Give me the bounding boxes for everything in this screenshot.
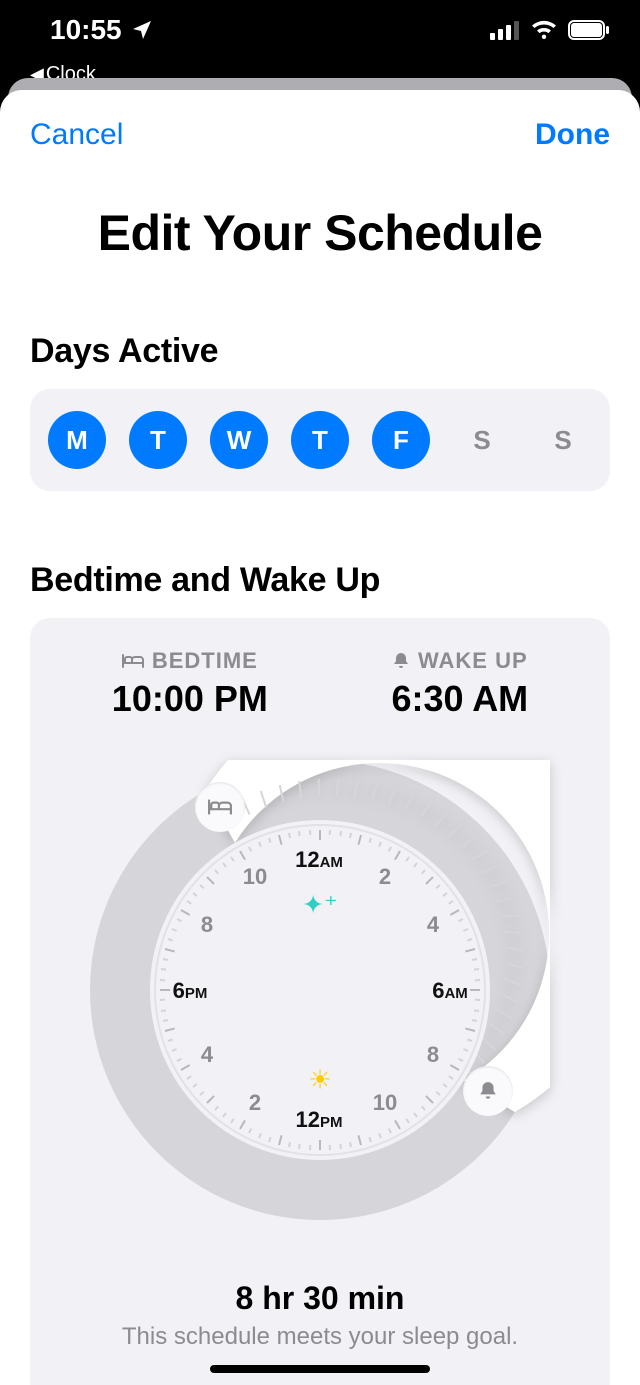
day-toggle-mon[interactable]: M [48,411,106,469]
days-active-card: M T W T F S S [30,389,610,491]
status-bar: 10:55 [0,0,640,60]
sleep-dial[interactable]: 12AM 2 4 6AM 8 10 12PM 2 4 6PM 8 10 ✦⁺ ☀ [90,760,550,1220]
bedtime-heading: Bedtime and Wake Up [30,561,610,600]
face-4: 4 [427,912,439,938]
sleep-card: BEDTIME 10:00 PM WAKE UP 6:30 AM [30,618,610,1385]
goal-text: This schedule meets your sleep goal. [50,1323,590,1351]
face-8: 8 [427,1042,439,1068]
face-12pm: 12PM [296,1107,343,1133]
wake-knob[interactable] [463,1066,513,1116]
sun-icon: ☀ [308,1065,331,1096]
cancel-button[interactable]: Cancel [30,118,123,152]
bell-icon [392,652,410,670]
bed-icon [122,653,144,669]
sparkle-icon: ✦⁺ [302,890,338,921]
face-6pm: 6PM [173,978,208,1004]
home-indicator[interactable] [210,1365,430,1373]
day-toggle-wed[interactable]: W [210,411,268,469]
face-6am: 6AM [432,978,468,1004]
wake-value: 6:30 AM [391,678,528,720]
location-icon [130,18,154,42]
day-toggle-thu[interactable]: T [291,411,349,469]
wifi-icon [530,19,558,41]
day-toggle-tue[interactable]: T [129,411,187,469]
duration-text: 8 hr 30 min [50,1280,590,1317]
wake-label: WAKE UP [418,648,528,674]
day-toggle-sat[interactable]: S [453,411,511,469]
status-time: 10:55 [50,14,122,46]
edit-schedule-sheet: Cancel Done Edit Your Schedule Days Acti… [0,90,640,1385]
face-4b: 4 [201,1042,213,1068]
face-12am: 12AM [295,847,343,873]
bedtime-value: 10:00 PM [112,678,268,720]
face-8b: 8 [201,912,213,938]
days-active-heading: Days Active [30,332,610,371]
day-toggle-fri[interactable]: F [372,411,430,469]
battery-icon [568,20,610,40]
done-button[interactable]: Done [535,118,610,152]
bedtime-knob[interactable] [195,782,245,832]
face-10b: 10 [243,864,267,890]
bedtime-label: BEDTIME [152,648,258,674]
face-10: 10 [373,1090,397,1116]
bedtime-column: BEDTIME 10:00 PM [112,648,268,720]
day-toggle-sun[interactable]: S [534,411,592,469]
cellular-icon [490,20,520,40]
face-2: 2 [379,864,391,890]
status-right [490,19,610,41]
face-2b: 2 [249,1090,261,1116]
wake-column: WAKE UP 6:30 AM [391,648,528,720]
page-title: Edit Your Schedule [0,204,640,262]
